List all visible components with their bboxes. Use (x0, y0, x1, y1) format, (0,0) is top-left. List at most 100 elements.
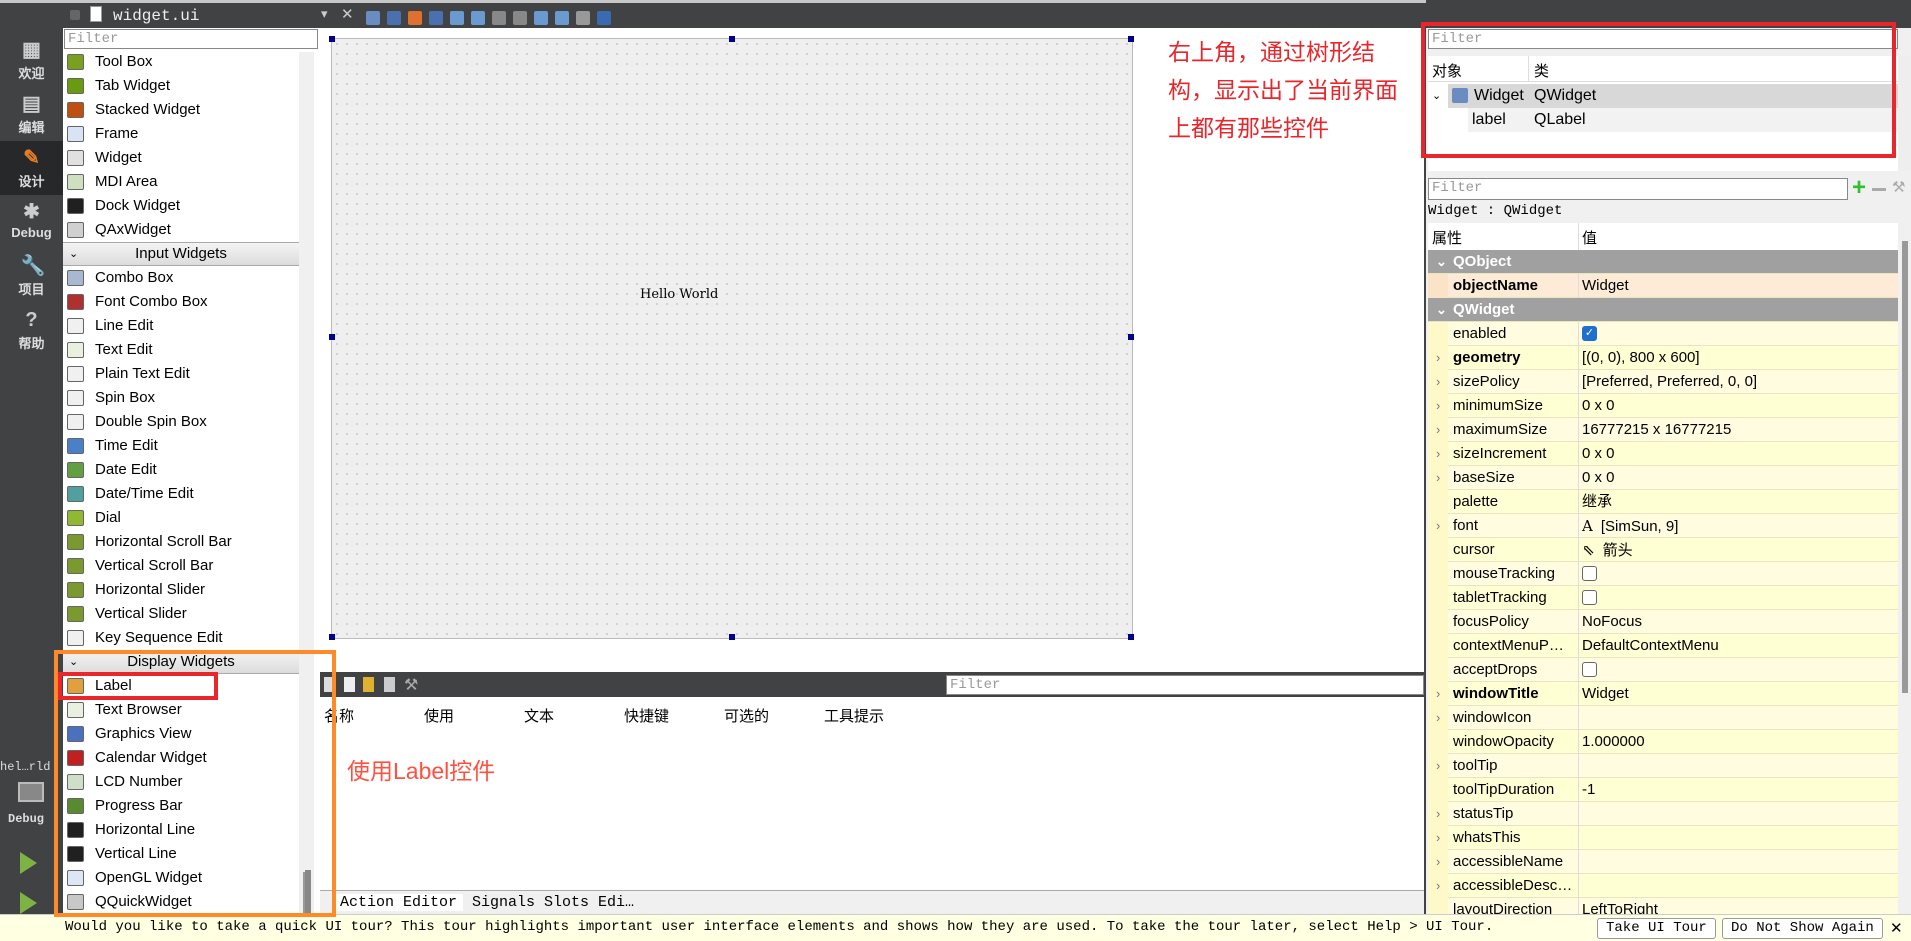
property-scrollbar[interactable] (1898, 223, 1911, 914)
property-row-palette[interactable]: palette 继承 (1428, 490, 1898, 514)
layout-horizontal-icon[interactable] (450, 11, 464, 25)
property-value[interactable]: 1.000000 (1582, 730, 1645, 754)
widget-item-combo-box[interactable]: Combo Box (63, 266, 299, 290)
property-row-maximumsize[interactable]: › maximumSize 16777215 x 16777215 (1428, 418, 1898, 442)
property-value[interactable] (1582, 562, 1597, 586)
action-filter-input[interactable]: Filter (946, 675, 1424, 695)
property-value[interactable]: Widget (1582, 274, 1629, 298)
property-row-focuspolicy[interactable]: focusPolicy NoFocus (1428, 610, 1898, 634)
property-row-basesize[interactable]: › baseSize 0 x 0 (1428, 466, 1898, 490)
checkbox-unchecked[interactable] (1582, 589, 1597, 605)
header-value[interactable]: 值 (1582, 227, 1597, 248)
monitor-icon[interactable] (18, 782, 44, 802)
delete-action-icon[interactable] (384, 677, 395, 692)
settings-wrench-icon[interactable]: ⚒ (404, 675, 418, 695)
chevron-right-icon[interactable]: › (1436, 418, 1440, 442)
chevron-down-icon[interactable]: ⌄ (1436, 298, 1447, 322)
resize-handle[interactable] (1128, 36, 1134, 42)
break-layout-icon[interactable] (576, 11, 590, 25)
column-header[interactable]: 文本 (524, 705, 554, 726)
resize-handle[interactable] (329, 634, 335, 640)
layout-vertical-icon[interactable] (471, 11, 485, 25)
mode-grid[interactable]: ▦ 欢迎 (0, 33, 63, 87)
property-row-accessibledesc[interactable]: › accessibleDesc… (1428, 874, 1898, 898)
header-property[interactable]: 属性 (1432, 227, 1462, 248)
tab-action-editor[interactable]: Action Editor (334, 894, 464, 911)
run-target-label[interactable]: Debug (8, 812, 44, 826)
property-row-enabled[interactable]: enabled ✓ (1428, 322, 1898, 346)
widget-item-tool-box[interactable]: Tool Box (63, 50, 299, 74)
property-row-objectname[interactable]: objectName Widget (1428, 274, 1898, 298)
form-widget[interactable] (331, 38, 1133, 639)
property-row-layoutdirection[interactable]: layoutDirection LeftToRight (1428, 898, 1898, 914)
widget-item-double-spin-box[interactable]: Double Spin Box (63, 410, 299, 434)
property-value[interactable]: ✓ (1582, 322, 1597, 346)
property-value[interactable]: 0 x 0 (1582, 394, 1615, 418)
property-row-whatsthis[interactable]: › whatsThis (1428, 826, 1898, 850)
chevron-right-icon[interactable]: › (1436, 394, 1440, 418)
edit-widgets-icon[interactable] (366, 11, 380, 25)
mode-help[interactable]: ? 帮助 (0, 303, 63, 357)
widget-item-frame[interactable]: Frame (63, 122, 299, 146)
widget-item-date-time-edit[interactable]: Date/Time Edit (63, 482, 299, 506)
debug-run-icon[interactable] (20, 892, 37, 914)
property-value[interactable]: ⇖ 箭头 (1582, 538, 1633, 563)
widget-item-tab-widget[interactable]: Tab Widget (63, 74, 299, 98)
widget-item-text-edit[interactable]: Text Edit (63, 338, 299, 362)
property-row-geometry[interactable]: › geometry [(0, 0), 800 x 600] (1428, 346, 1898, 370)
scrollbar-thumb[interactable] (1902, 241, 1908, 693)
object-tree-scrollbar[interactable] (1898, 56, 1911, 171)
property-value[interactable] (1582, 586, 1597, 610)
lock-icon[interactable] (70, 10, 80, 20)
widget-item-horizontal-slider[interactable]: Horizontal Slider (63, 578, 299, 602)
checkbox-unchecked[interactable] (1582, 661, 1597, 677)
hello-world-label[interactable]: Hello World (640, 287, 718, 302)
chevron-right-icon[interactable]: › (1436, 514, 1440, 538)
resize-handle[interactable] (729, 36, 735, 42)
mode-pencil[interactable]: ✎ 设计 (0, 141, 63, 195)
property-value[interactable]: [Preferred, Preferred, 0, 0] (1582, 370, 1757, 394)
close-notification-icon[interactable]: ✕ (1890, 919, 1903, 937)
widget-item-time-edit[interactable]: Time Edit (63, 434, 299, 458)
widget-item-mdi-area[interactable]: MDI Area (63, 170, 299, 194)
property-row-contextmenup[interactable]: contextMenuP… DefaultContextMenu (1428, 634, 1898, 658)
property-value[interactable]: A [SimSun, 9] (1582, 514, 1678, 539)
column-header[interactable]: 工具提示 (824, 705, 884, 726)
edit-signals-slots-icon[interactable] (387, 11, 401, 25)
widget-item-dial[interactable]: Dial (63, 506, 299, 530)
adjust-size-icon[interactable] (597, 11, 611, 25)
layout-grid-icon[interactable] (555, 11, 569, 25)
property-row-sizepolicy[interactable]: › sizePolicy [Preferred, Preferred, 0, 0] (1428, 370, 1898, 394)
chevron-right-icon[interactable]: › (1436, 826, 1440, 850)
property-row-tooltipduration[interactable]: toolTipDuration -1 (1428, 778, 1898, 802)
property-row-statustip[interactable]: › statusTip (1428, 802, 1898, 826)
take-ui-tour-button[interactable]: Take UI Tour (1597, 918, 1716, 939)
chevron-right-icon[interactable]: › (1436, 706, 1440, 730)
property-value[interactable]: NoFocus (1582, 610, 1642, 634)
widget-item-key-sequence-edit[interactable]: Key Sequence Edit (63, 626, 299, 650)
property-row-font[interactable]: › font A [SimSun, 9] (1428, 514, 1898, 538)
chevron-right-icon[interactable]: › (1436, 802, 1440, 826)
layout-form-icon[interactable] (534, 11, 548, 25)
property-row-windowtitle[interactable]: › windowTitle Widget (1428, 682, 1898, 706)
edit-buddies-icon[interactable] (408, 11, 422, 25)
remove-property-icon[interactable] (1872, 188, 1886, 191)
paste-action-icon[interactable] (363, 677, 374, 692)
widget-item-line-edit[interactable]: Line Edit (63, 314, 299, 338)
resize-handle[interactable] (1128, 334, 1134, 340)
widget-item-font-combo-box[interactable]: Font Combo Box (63, 290, 299, 314)
property-row-tooltip[interactable]: › toolTip (1428, 754, 1898, 778)
mode-edit-doc[interactable]: ▤ 编辑 (0, 87, 63, 141)
chevron-right-icon[interactable]: › (1436, 466, 1440, 490)
file-dropdown-icon[interactable]: ▾ (321, 6, 328, 22)
property-value[interactable]: DefaultContextMenu (1582, 634, 1719, 658)
property-row-mousetracking[interactable]: mouseTracking (1428, 562, 1898, 586)
property-group-qobject[interactable]: ⌄ QObject (1428, 250, 1898, 274)
property-group-qwidget[interactable]: ⌄ QWidget (1428, 298, 1898, 322)
widget-filter-input[interactable]: Filter (64, 29, 318, 49)
widget-item-vertical-scroll-bar[interactable]: Vertical Scroll Bar (63, 554, 299, 578)
resize-handle[interactable] (729, 634, 735, 640)
property-value[interactable] (1582, 658, 1597, 682)
resize-handle[interactable] (1128, 634, 1134, 640)
checkbox-checked[interactable]: ✓ (1582, 325, 1597, 341)
